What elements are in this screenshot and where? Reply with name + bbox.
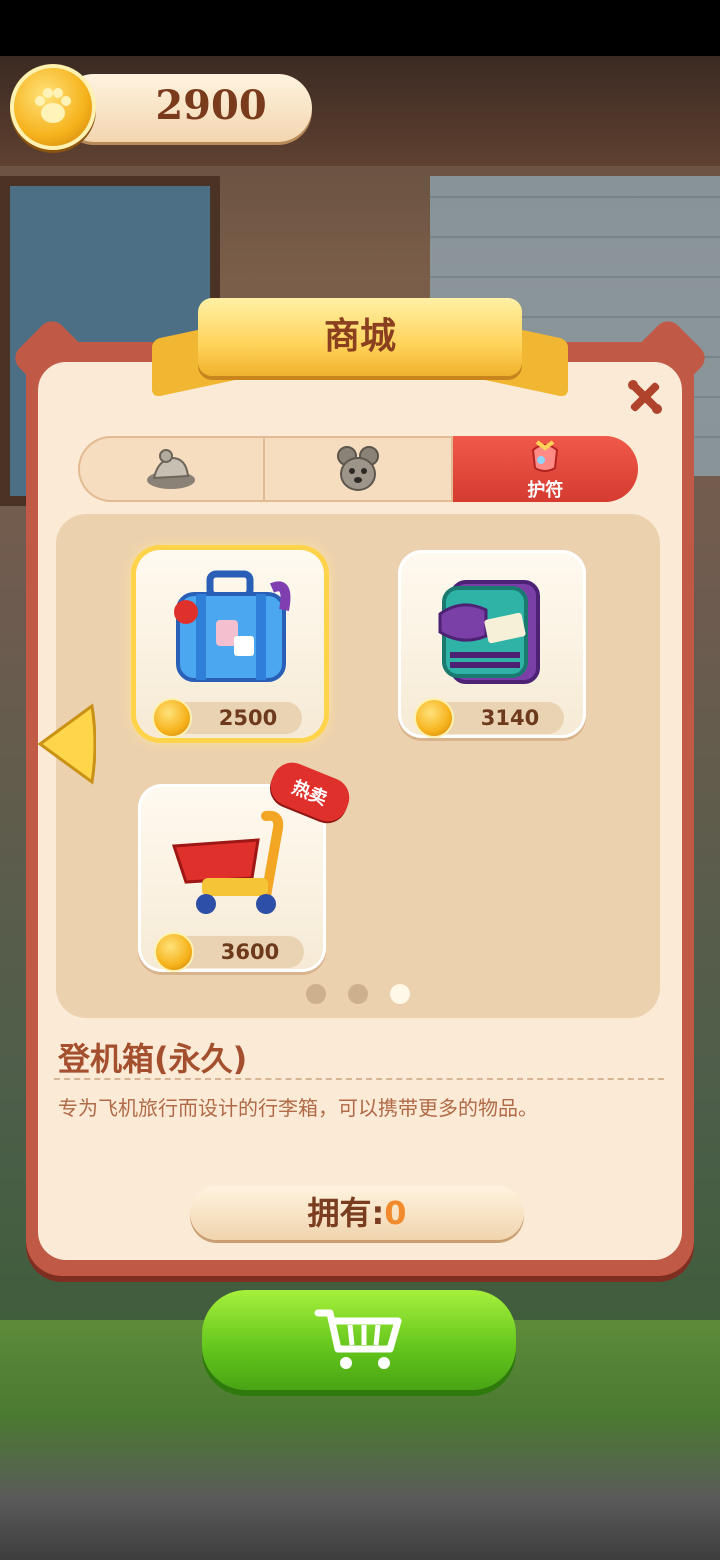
paw-coin-icon: [152, 698, 192, 738]
paw-coin-icon: [414, 698, 454, 738]
category-tabs: 护符: [78, 436, 638, 502]
buy-button[interactable]: [202, 1290, 516, 1390]
item-price-tag: 2500: [152, 698, 302, 738]
page-dot[interactable]: [348, 984, 368, 1004]
coin-amount: 2900: [155, 82, 267, 129]
mouse-toy-icon: [336, 446, 379, 491]
previous-page-button[interactable]: [36, 702, 97, 786]
arrow-left-icon: [37, 703, 97, 785]
item-price: 3140: [480, 706, 540, 730]
hot-sale-label: 热卖: [288, 776, 331, 810]
page-indicator: [306, 984, 410, 1004]
page-dot[interactable]: [306, 984, 326, 1004]
item-card-shopping-cart[interactable]: 3600: [138, 784, 326, 972]
divider: [54, 1078, 664, 1080]
item-card-suitcase[interactable]: 2500: [136, 550, 324, 738]
item-price-tag: 3140: [414, 698, 564, 738]
owned-label: 拥有:: [307, 1194, 385, 1232]
close-icon: [628, 380, 662, 414]
owned-value: 0: [384, 1194, 407, 1232]
rock-icon: [146, 449, 195, 489]
item-price: 2500: [218, 706, 278, 730]
shopping-cart-icon: [314, 1309, 402, 1369]
close-button[interactable]: [622, 374, 668, 420]
page-dot-active[interactable]: [390, 984, 410, 1004]
item-name: 登机箱(永久): [58, 1040, 248, 1078]
paw-coin-icon: [10, 64, 96, 150]
tab-amulets[interactable]: 护符: [452, 436, 638, 502]
item-price-tag: 3600: [154, 932, 304, 972]
tab-amulets-label: 护符: [527, 480, 564, 501]
title-ribbon: 商城: [152, 298, 568, 398]
backpack-icon: [438, 580, 540, 684]
tab-toys[interactable]: [265, 436, 453, 502]
item-card-backpack[interactable]: 3140: [398, 550, 586, 738]
item-description: 专为飞机旅行而设计的行李箱，可以携带更多的物品。: [58, 1096, 538, 1120]
suitcase-icon: [174, 570, 291, 682]
owned-count: 拥有:0: [190, 1186, 524, 1240]
amulet-bag-icon: [532, 440, 559, 472]
paw-coin-icon: [154, 932, 194, 972]
shopping-cart-icon: [171, 810, 284, 914]
item-price: 3600: [220, 940, 280, 964]
panel-title: 商城: [323, 316, 396, 357]
tab-furniture[interactable]: [78, 436, 266, 502]
coin-counter: 2900: [60, 74, 312, 142]
